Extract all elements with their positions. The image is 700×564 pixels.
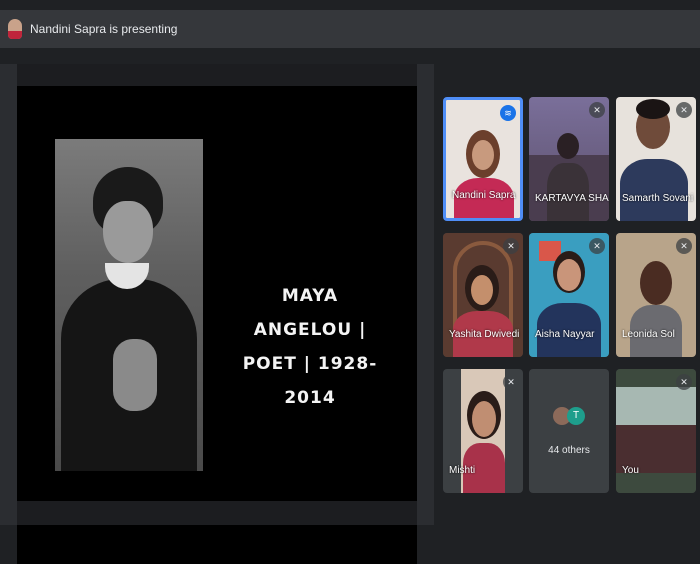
participant-tile-leonida[interactable]: ✕ Leonida Sol	[616, 233, 696, 357]
presenter-avatar	[8, 19, 22, 39]
presenting-banner: Nandini Sapra is presenting	[0, 10, 700, 48]
mic-off-icon: ✕	[503, 374, 519, 390]
slide: MAYA ANGELOU | POET | 1928-2014	[17, 86, 417, 564]
mic-off-icon: ✕	[676, 102, 692, 118]
participant-tile-you[interactable]: ✕ You	[616, 369, 696, 493]
others-avatars: T	[553, 403, 593, 431]
mic-off-icon: ✕	[676, 238, 692, 254]
participant-name: Mishti	[449, 465, 476, 476]
participant-name: Samarth Sovani	[622, 193, 694, 204]
slide-title-line2: POET | 1928-2014	[242, 354, 378, 408]
participant-name: Nandini Sapra	[452, 190, 516, 201]
slide-frame: MAYA ANGELOU | POET | 1928-2014	[17, 64, 417, 564]
participant-name: Leonida Sol	[622, 329, 675, 340]
slide-title: MAYA ANGELOU | POET | 1928-2014	[230, 279, 390, 415]
mic-off-icon: ✕	[676, 374, 692, 390]
audio-wave-icon: ≋	[500, 105, 516, 121]
mic-off-icon: ✕	[503, 238, 519, 254]
participant-tile-mishti[interactable]: ✕ Mishti	[443, 369, 523, 493]
participant-name: Aisha Nayyar	[535, 329, 595, 340]
presentation-stage[interactable]: MAYA ANGELOU | POET | 1928-2014	[0, 64, 434, 564]
maya-angelou-portrait	[55, 139, 203, 471]
participant-name: KARTAVYA SHA...	[535, 193, 609, 204]
participant-tile-kartavya[interactable]: ✕ KARTAVYA SHA...	[529, 97, 609, 221]
avatar-initial: T	[567, 407, 585, 425]
participant-tile-aisha[interactable]: ✕ Aisha Nayyar	[529, 233, 609, 357]
participant-tile-yashita[interactable]: ✕ Yashita Dwivedi	[443, 233, 523, 357]
others-tile[interactable]: T 44 others	[529, 369, 609, 493]
others-count: 44 others	[548, 445, 590, 456]
participant-name: You	[622, 465, 639, 476]
participant-tile-samarth[interactable]: ✕ Samarth Sovani	[616, 97, 696, 221]
presenter-text: Nandini Sapra is presenting	[30, 22, 178, 36]
mic-off-icon: ✕	[589, 102, 605, 118]
slide-title-line1: MAYA ANGELOU |	[253, 286, 367, 340]
participant-tile-nandini[interactable]: ≋ Nandini Sapra	[443, 97, 523, 221]
stage-divider	[417, 64, 434, 525]
mic-off-icon: ✕	[589, 238, 605, 254]
participant-name: Yashita Dwivedi	[449, 329, 520, 340]
